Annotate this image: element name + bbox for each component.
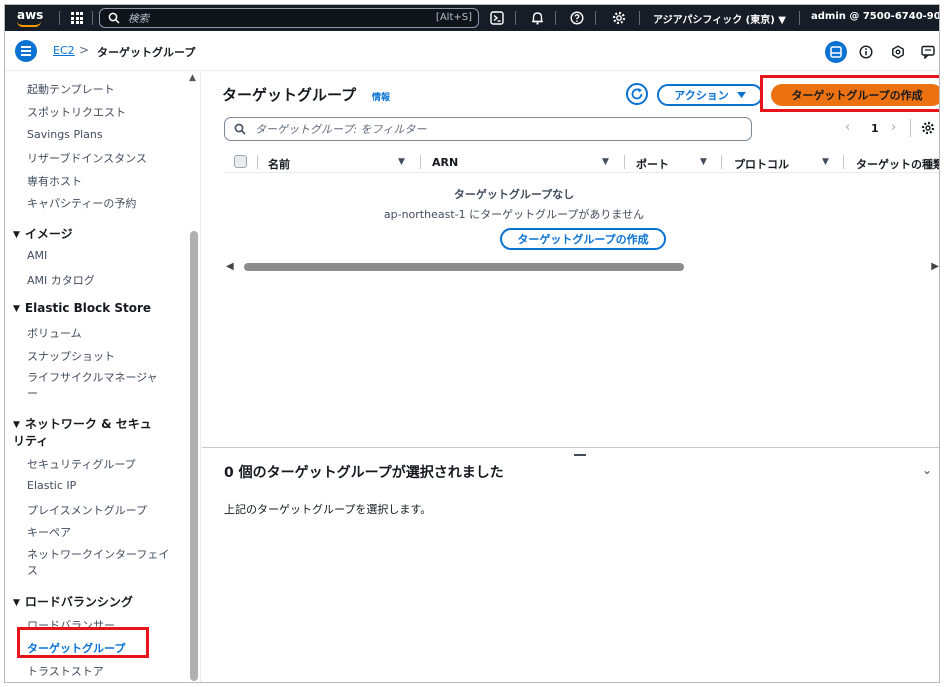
sidebar-item-security-groups[interactable]: セキュリティグループ xyxy=(27,456,136,472)
filter-box[interactable] xyxy=(224,117,752,141)
page-title: ターゲットグループ xyxy=(222,86,357,104)
next-page-icon[interactable]: › xyxy=(891,120,896,135)
sidebar-group-ebs[interactable]: ▼ Elastic Block Store xyxy=(13,301,151,315)
column-header-protocol[interactable]: プロトコル xyxy=(734,156,789,172)
breadcrumb-bar: EC2 > ターゲットグループ xyxy=(5,31,939,71)
column-header-arn[interactable]: ARN xyxy=(432,156,458,169)
sidebar-item-reserved-instances[interactable]: リザーブドインスタンス xyxy=(27,150,147,166)
search-icon xyxy=(108,12,120,24)
sidebar-item-lifecycle-manager[interactable]: ライフサイクルマネージャー xyxy=(27,370,167,402)
sidebar-item-volumes[interactable]: ボリューム xyxy=(27,325,82,341)
app-window: aws [Alt+S] アジアパシフィック (東京) ▼ a xyxy=(4,4,940,683)
breadcrumb-ec2-link[interactable]: EC2 xyxy=(53,44,75,57)
info-icon[interactable] xyxy=(855,41,877,63)
table-scroll-thumb[interactable] xyxy=(244,263,684,271)
split-panel-resize-handle[interactable] xyxy=(574,454,586,456)
hexagon-icon[interactable] xyxy=(887,41,909,63)
feedback-icon[interactable] xyxy=(917,41,939,63)
cloudshell-icon[interactable] xyxy=(489,10,505,26)
column-header-name[interactable]: 名前 xyxy=(268,156,290,172)
highlight-box-create-button xyxy=(760,75,939,112)
sidebar-scroll-thumb[interactable] xyxy=(190,231,198,681)
global-search-input[interactable] xyxy=(128,11,408,26)
aws-logo[interactable]: aws xyxy=(15,8,47,28)
help-icon[interactable] xyxy=(569,10,585,26)
breadcrumb-current: ターゲットグループ xyxy=(97,46,196,59)
sidebar-item-key-pairs[interactable]: キーペア xyxy=(27,524,71,540)
empty-state-title: ターゲットグループなし xyxy=(453,188,575,201)
filter-input[interactable] xyxy=(255,122,735,137)
sidebar-item-placement-groups[interactable]: プレイスメントグループ xyxy=(27,502,147,518)
search-icon xyxy=(234,123,246,135)
main-content: ターゲットグループ 情報 アクション ターゲットグループの作成 ‹ 1 › 名前… xyxy=(202,71,939,682)
actions-button[interactable]: アクション xyxy=(657,84,763,106)
scroll-left-arrow-icon[interactable]: ◀ xyxy=(226,261,234,272)
table-header: 名前 ▼ ARN ▼ ポート ▼ プロトコル ▼ ターゲットの種類 xyxy=(224,151,939,173)
page-number[interactable]: 1 xyxy=(871,122,879,135)
scroll-right-arrow-icon[interactable]: ▶ xyxy=(931,261,939,272)
account-menu[interactable]: admin @ 7500-6740-9009 ▼ xyxy=(811,11,939,22)
sidebar-item-elastic-ip[interactable]: Elastic IP xyxy=(27,479,76,492)
sidebar-item-trust-stores[interactable]: トラストストア xyxy=(27,663,104,679)
sidebar-group-load-balancing[interactable]: ▼ ロードバランシング xyxy=(13,593,133,610)
breadcrumb-separator: > xyxy=(79,43,90,57)
sidebar-item-snapshots[interactable]: スナップショット xyxy=(27,348,115,364)
sidebar-item-capacity-reservations[interactable]: キャパシティーの予約 xyxy=(27,195,136,211)
top-navigation: aws [Alt+S] アジアパシフィック (東京) ▼ a xyxy=(5,5,939,31)
empty-state-description: ap-northeast-1 にターゲットグループがありません xyxy=(383,208,645,221)
caret-down-icon xyxy=(736,91,746,98)
column-header-port[interactable]: ポート xyxy=(636,156,669,172)
sidebar-scrollbar[interactable]: ▲ xyxy=(189,71,199,682)
column-header-target-type[interactable]: ターゲットの種類 xyxy=(856,156,939,172)
region-selector[interactable]: アジアパシフィック (東京) ▼ xyxy=(653,11,786,26)
split-panel-divider xyxy=(202,447,939,448)
scroll-up-arrow-icon[interactable]: ▲ xyxy=(189,73,196,83)
split-panel-description: 上記のターゲットグループを選択します。 xyxy=(224,503,432,516)
sidebar-group-images[interactable]: ▼ イメージ xyxy=(13,225,73,242)
bell-icon[interactable] xyxy=(529,10,545,26)
info-link[interactable]: 情報 xyxy=(372,90,390,103)
table-horizontal-scrollbar[interactable]: ◀ ▶ xyxy=(224,261,939,273)
sidebar-item-dedicated-hosts[interactable]: 専有ホスト xyxy=(27,173,82,189)
global-search[interactable]: [Alt+S] xyxy=(99,8,479,28)
sort-icon[interactable]: ▼ xyxy=(398,157,405,167)
gear-icon[interactable] xyxy=(611,10,627,26)
sort-icon[interactable]: ▼ xyxy=(700,157,707,167)
refresh-button[interactable] xyxy=(626,83,648,105)
preferences-gear-icon[interactable] xyxy=(921,121,935,135)
sidebar-item-spot-requests[interactable]: スポットリクエスト xyxy=(27,104,126,120)
sidebar-group-network-security[interactable]: ▼ ネットワーク & セキュリティ xyxy=(13,416,163,449)
apps-grid-icon[interactable] xyxy=(71,12,83,24)
sort-icon[interactable]: ▼ xyxy=(822,157,829,167)
select-all-checkbox[interactable] xyxy=(234,155,247,168)
side-nav-toggle[interactable] xyxy=(15,40,37,62)
panel-toggle-icon[interactable] xyxy=(825,41,847,63)
sidebar-item-network-interfaces[interactable]: ネットワークインターフェイス xyxy=(27,547,172,579)
refresh-icon xyxy=(631,88,643,100)
actions-button-label: アクション xyxy=(674,89,729,102)
sidebar-item-ami[interactable]: AMI xyxy=(27,249,47,262)
sort-icon[interactable]: ▼ xyxy=(602,157,609,167)
split-panel-title: 0 個のターゲットグループが選択されました xyxy=(224,465,504,481)
empty-state-create-button[interactable]: ターゲットグループの作成 xyxy=(500,228,666,250)
highlight-box-sidebar xyxy=(17,627,149,658)
sidebar-item-savings-plans[interactable]: Savings Plans xyxy=(27,128,103,141)
sidebar-item-ami-catalog[interactable]: AMI カタログ xyxy=(27,272,95,288)
search-shortcut: [Alt+S] xyxy=(435,12,472,23)
chevron-down-icon[interactable]: ⌄ xyxy=(922,463,932,477)
sidebar: 起動テンプレート スポットリクエスト Savings Plans リザーブドイン… xyxy=(5,71,201,682)
prev-page-icon[interactable]: ‹ xyxy=(845,120,850,135)
sidebar-item-launch-templates[interactable]: 起動テンプレート xyxy=(27,81,115,97)
